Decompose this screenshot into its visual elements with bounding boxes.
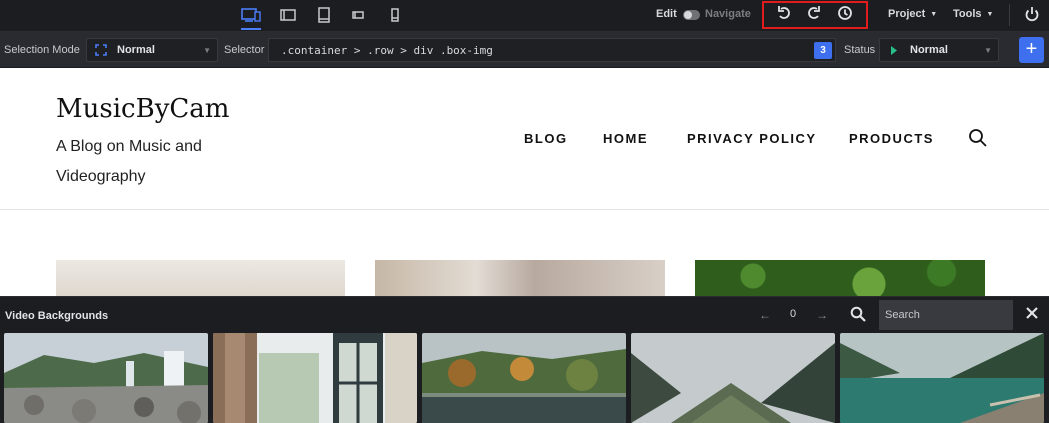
close-icon[interactable] xyxy=(1025,306,1039,320)
selection-mode-dropdown[interactable]: Normal ▼ xyxy=(86,38,218,62)
nav-link-products[interactable]: PRODUCTS xyxy=(849,131,934,146)
status-label: Status xyxy=(844,44,876,56)
video-thumbnail-window-curtains[interactable] xyxy=(213,333,417,423)
header-divider xyxy=(0,209,1049,210)
video-search-input[interactable] xyxy=(879,300,1013,330)
status-dropdown[interactable]: Normal ▼ xyxy=(879,38,999,62)
video-thumbnail-autumn-lake[interactable] xyxy=(422,333,626,423)
selector-input[interactable]: .container > .row > div .box-img 3 xyxy=(268,38,836,62)
tools-menu-label: Tools xyxy=(953,8,982,20)
mobile-landscape-icon[interactable] xyxy=(348,6,368,24)
project-menu[interactable]: Project ▼ xyxy=(888,8,937,20)
post-thumbnail[interactable] xyxy=(56,260,345,296)
page-number: 0 xyxy=(790,308,797,320)
mobile-portrait-icon[interactable] xyxy=(385,6,405,24)
history-clock-icon[interactable] xyxy=(837,5,853,21)
edit-navigate-toggle[interactable] xyxy=(683,10,700,20)
redo-icon[interactable] xyxy=(806,5,822,21)
selection-mode-icon xyxy=(95,44,107,56)
top-toolbar: Edit Navigate Project ▼ Tools ▼ xyxy=(0,0,1049,32)
selector-value: .container > .row > div .box-img xyxy=(281,44,493,57)
chevron-down-icon: ▼ xyxy=(203,46,211,55)
chevron-down-icon: ▼ xyxy=(986,11,994,18)
selection-bar: Selection Mode Normal ▼ Selector .contai… xyxy=(0,32,1049,68)
play-icon xyxy=(891,46,897,55)
post-thumbnail[interactable] xyxy=(695,260,985,296)
selection-mode-label: Selection Mode xyxy=(4,44,80,56)
video-thumbnail-mountain-valley[interactable] xyxy=(631,333,835,423)
next-page-arrow-icon[interactable]: → xyxy=(816,308,828,322)
desktop-view-icon[interactable] xyxy=(241,6,261,30)
nav-link-blog[interactable]: BLOG xyxy=(524,131,568,146)
chevron-down-icon: ▼ xyxy=(930,11,938,18)
video-backgrounds-panel: Video Backgrounds ← 0 → xyxy=(0,296,1049,423)
nav-link-home[interactable]: HOME xyxy=(603,131,648,146)
toolbar-divider xyxy=(1009,4,1010,26)
add-button[interactable]: + xyxy=(1019,37,1044,63)
search-icon[interactable] xyxy=(850,306,866,322)
site-preview: MusicByCam A Blog on Music and Videograp… xyxy=(0,68,1049,296)
status-value: Normal xyxy=(910,44,948,56)
tablet-landscape-icon[interactable] xyxy=(278,6,298,24)
chevron-down-icon: ▼ xyxy=(984,46,992,55)
selector-label: Selector xyxy=(224,44,265,56)
video-thumbnail-waterfall-beach[interactable] xyxy=(4,333,208,423)
post-thumbnail[interactable] xyxy=(375,260,665,296)
prev-page-arrow-icon[interactable]: ← xyxy=(759,308,771,322)
site-logo[interactable]: MusicByCam xyxy=(56,94,229,124)
panel-title: Video Backgrounds xyxy=(5,310,109,322)
selection-mode-value: Normal xyxy=(117,44,155,56)
navigate-mode-label: Navigate xyxy=(705,8,751,20)
tools-menu[interactable]: Tools ▼ xyxy=(953,8,993,20)
project-menu-label: Project xyxy=(888,8,926,20)
power-icon[interactable] xyxy=(1024,6,1040,22)
edit-mode-label: Edit xyxy=(656,8,677,20)
site-tagline: A Blog on Music and Videography xyxy=(56,138,202,185)
nav-link-privacy-policy[interactable]: PRIVACY POLICY xyxy=(687,131,817,146)
video-thumbnail-mountain-lake[interactable] xyxy=(840,333,1044,423)
undo-icon[interactable] xyxy=(776,5,792,21)
match-count-badge: 3 xyxy=(814,42,832,59)
tablet-portrait-icon[interactable] xyxy=(314,6,334,24)
search-icon[interactable] xyxy=(968,128,988,148)
